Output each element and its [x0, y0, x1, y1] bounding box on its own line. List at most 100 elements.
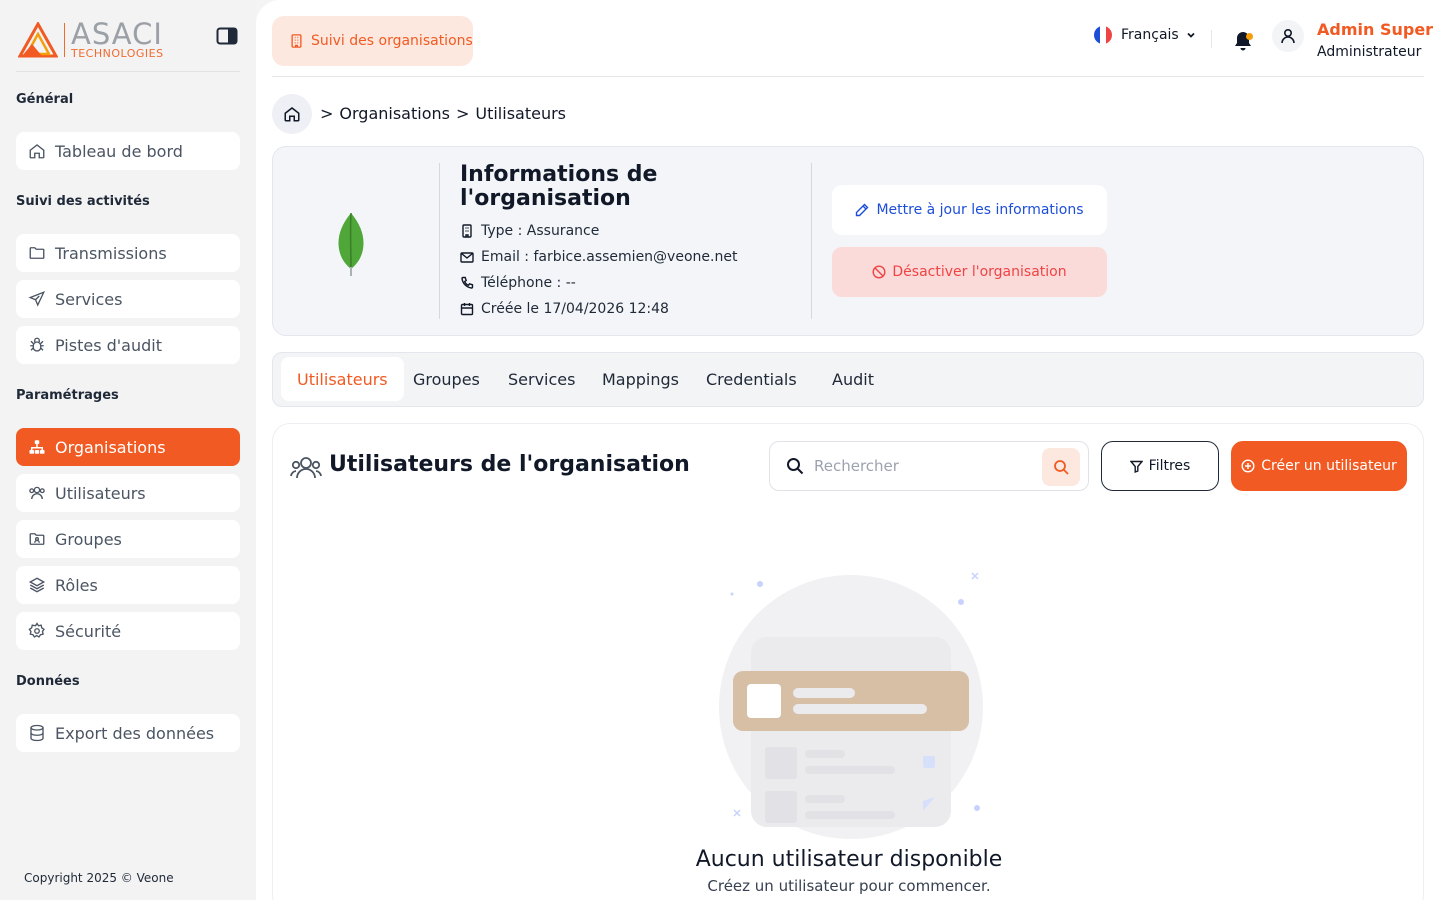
organisation-users-panel: Utilisateurs de l'organisation Filtres C… — [272, 423, 1424, 900]
layers-icon — [28, 577, 46, 593]
organisation-email: Email : farbice.assemien@veone.net — [460, 249, 737, 265]
gear-icon — [28, 622, 45, 638]
organisation-phone: Téléphone : -- — [460, 275, 576, 291]
search-submit-button[interactable] — [1042, 448, 1080, 486]
send-icon — [28, 291, 46, 307]
breadcrumb-home-button[interactable] — [272, 94, 312, 134]
filters-button[interactable]: Filtres — [1101, 441, 1219, 491]
organisation-title: Informations de l'organisation — [460, 162, 658, 211]
tab-mappings[interactable]: Mappings — [602, 357, 679, 401]
tab-services[interactable]: Services — [508, 357, 575, 401]
sidebar-item-services[interactable]: Services — [16, 280, 240, 318]
sidebar-item-label: Groupes — [55, 529, 122, 549]
empty-state-title: Aucun utilisateur disponible — [695, 847, 1003, 872]
sidebar: ASACI TECHNOLOGIES Général Tableau de bo… — [0, 0, 256, 900]
empty-state-illustration — [719, 572, 983, 839]
sidebar-item-label: Utilisateurs — [55, 483, 146, 503]
sidebar-item-audit[interactable]: Pistes d'audit — [16, 326, 240, 364]
user-name[interactable]: Admin Super — [1317, 20, 1433, 39]
panel-title: Utilisateurs de l'organisation — [329, 452, 690, 477]
section-general: Général — [16, 92, 74, 107]
phone-icon — [461, 276, 474, 289]
sidebar-item-label: Organisations — [55, 437, 166, 457]
card-divider — [811, 163, 812, 319]
update-info-label: Mettre à jour les informations — [876, 202, 1084, 218]
sidebar-item-label: Services — [55, 289, 123, 309]
brand-name: ASACI — [71, 17, 163, 51]
brand-sub: TECHNOLOGIES — [71, 47, 164, 60]
sidebar-item-label: Rôles — [55, 575, 98, 595]
sitemap-icon — [29, 440, 45, 454]
tab-utilisateurs[interactable]: Utilisateurs — [281, 357, 404, 401]
sidebar-item-organisations[interactable]: Organisations — [16, 428, 240, 466]
user-role: Administrateur — [1317, 44, 1422, 60]
pencil-icon — [856, 203, 869, 217]
tab-groupes[interactable]: Groupes — [413, 357, 480, 401]
section-activites: Suivi des activités — [16, 194, 150, 209]
organisation-logo-leaf-icon — [338, 212, 364, 276]
breadcrumb-utilisateurs: Utilisateurs — [475, 104, 567, 123]
breadcrumb-separator: > — [455, 104, 470, 123]
avatar[interactable] — [1272, 20, 1304, 52]
update-info-button[interactable]: Mettre à jour les informations — [832, 185, 1107, 235]
home-icon — [284, 107, 300, 122]
sidebar-item-roles[interactable]: Rôles — [16, 566, 240, 604]
sidebar-item-securite[interactable]: Sécurité — [16, 612, 240, 650]
sidebar-item-label: Export des données — [55, 723, 215, 743]
mail-icon — [460, 252, 474, 263]
search-input[interactable] — [814, 457, 1024, 475]
sidebar-toggle-icon[interactable] — [216, 27, 238, 45]
organisation-tabs: Utilisateurs Groupes Services Mappings C… — [272, 352, 1424, 407]
users-icon — [290, 457, 322, 479]
search-icon — [1054, 460, 1069, 475]
main-content: Suivi des organisations Français Admin S… — [256, 0, 1440, 900]
deactivate-organisation-button[interactable]: Désactiver l'organisation — [832, 247, 1107, 297]
building-icon — [291, 34, 302, 48]
language-selector[interactable]: Français — [1094, 26, 1197, 44]
create-user-label: Créer un utilisateur — [1261, 458, 1397, 474]
user-icon — [1281, 28, 1295, 44]
sidebar-divider — [16, 71, 240, 72]
deactivate-organisation-label: Désactiver l'organisation — [892, 264, 1067, 280]
france-flag-icon — [1094, 26, 1112, 44]
breadcrumb-organisations[interactable]: Organisations — [339, 104, 450, 123]
organisation-phone-text: Téléphone : -- — [481, 275, 576, 291]
notification-badge — [1246, 33, 1253, 40]
sidebar-item-label: Sécurité — [55, 621, 122, 641]
sidebar-item-groupes[interactable]: Groupes — [16, 520, 240, 558]
asaci-logo-icon — [18, 21, 58, 57]
filters-label: Filtres — [1148, 458, 1191, 474]
sidebar-item-export[interactable]: Export des données — [16, 714, 240, 752]
create-user-button[interactable]: Créer un utilisateur — [1231, 441, 1407, 491]
page-context-chip[interactable]: Suivi des organisations — [272, 16, 473, 66]
bug-icon — [30, 337, 44, 352]
topbar-divider — [1211, 30, 1212, 48]
calendar-icon — [460, 303, 474, 316]
topbar-separator — [272, 76, 1424, 77]
section-donnees: Données — [16, 674, 80, 689]
building-icon — [462, 224, 472, 238]
organisation-info-card: Informations de l'organisation Type : As… — [272, 146, 1424, 336]
brand-logo[interactable]: ASACI TECHNOLOGIES — [18, 20, 164, 59]
sidebar-item-label: Transmissions — [55, 243, 167, 263]
section-parametrages: Paramétrages — [16, 388, 119, 403]
tab-credentials[interactable]: Credentials — [706, 357, 797, 401]
plus-circle-icon — [1241, 459, 1255, 473]
breadcrumb: > Organisations > Utilisateurs — [320, 104, 566, 123]
copyright: Copyright 2025 © Veone — [24, 871, 174, 885]
sidebar-item-dashboard[interactable]: Tableau de bord — [16, 132, 240, 170]
page-context-label: Suivi des organisations — [311, 33, 473, 49]
folder-user-icon — [29, 533, 45, 545]
sidebar-item-utilisateurs[interactable]: Utilisateurs — [16, 474, 240, 512]
tab-audit[interactable]: Audit — [832, 357, 874, 401]
database-icon — [30, 724, 44, 742]
users-icon — [29, 486, 45, 500]
organisation-email-text: Email : farbice.assemien@veone.net — [481, 249, 738, 265]
organisation-created-text: Créée le 17/04/2026 12:48 — [481, 301, 669, 317]
home-icon — [29, 144, 45, 159]
filter-icon — [1129, 460, 1143, 473]
sidebar-item-transmissions[interactable]: Transmissions — [16, 234, 240, 272]
ban-icon — [872, 265, 886, 279]
sidebar-item-label: Tableau de bord — [55, 141, 183, 161]
logo-divider — [64, 22, 65, 57]
